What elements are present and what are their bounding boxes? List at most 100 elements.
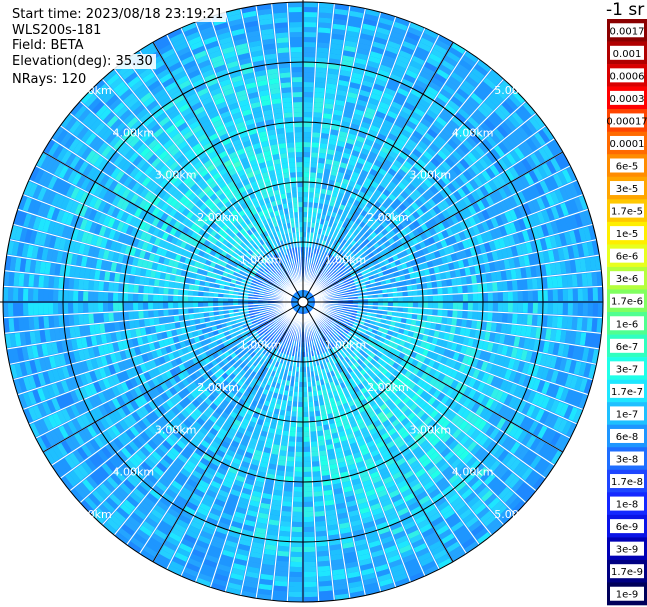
range-gate — [417, 302, 424, 308]
range-gate — [293, 501, 303, 507]
range-gate — [304, 546, 316, 552]
range-gate — [317, 555, 330, 562]
range-gate — [303, 167, 310, 173]
range-gate — [437, 309, 443, 317]
range-gate — [310, 441, 318, 447]
range-gate — [303, 401, 309, 408]
range-gate — [303, 506, 314, 513]
range-gate — [323, 168, 331, 175]
range-gate — [304, 27, 317, 33]
range-gate — [289, 571, 302, 577]
range-gate — [282, 430, 289, 437]
range-gate — [308, 391, 313, 397]
range-gate — [492, 282, 498, 292]
range-gate — [442, 287, 448, 295]
range-gate — [482, 293, 488, 302]
range-gate — [471, 275, 477, 284]
range-gate — [446, 317, 453, 325]
range-gate — [407, 296, 414, 302]
range-gate — [303, 162, 310, 168]
range-gate — [556, 275, 563, 288]
range-gate — [581, 317, 588, 331]
range-gate — [289, 586, 302, 592]
range-gate — [291, 406, 298, 412]
range-gate — [312, 137, 320, 143]
range-gate — [516, 314, 523, 325]
range-gate — [303, 191, 309, 198]
range-gate — [452, 302, 458, 310]
range-gate — [315, 525, 327, 532]
range-gate — [288, 441, 296, 447]
range-gate — [456, 318, 463, 327]
range-gate — [303, 181, 309, 188]
range-gate — [437, 295, 443, 302]
range-gate — [582, 288, 588, 301]
range-gate — [314, 501, 324, 507]
range-gate — [497, 292, 503, 302]
range-gate — [304, 57, 315, 63]
range-gate — [316, 425, 323, 432]
range-gate — [290, 561, 302, 567]
range-gate — [303, 501, 313, 507]
range-gate — [411, 313, 418, 320]
range-gate — [297, 406, 303, 413]
range-gate — [557, 303, 563, 315]
range-gate — [451, 318, 458, 326]
range-gate — [282, 501, 292, 507]
range-gate — [297, 411, 303, 418]
range-gate — [297, 401, 303, 408]
range-gate — [279, 525, 291, 532]
range-gate — [276, 470, 285, 476]
range-gate — [293, 496, 303, 502]
range-gate — [511, 280, 518, 291]
range-gate — [319, 147, 327, 154]
range-gate — [412, 308, 418, 314]
range-gate — [303, 186, 309, 193]
range-gate — [308, 207, 313, 213]
range-gate — [461, 276, 467, 285]
range-gate — [457, 310, 463, 319]
range-gate — [597, 287, 603, 301]
range-gate — [310, 172, 317, 178]
range-gate — [303, 97, 313, 103]
range-gate — [303, 212, 308, 218]
range-gate — [303, 536, 315, 542]
range-gate — [304, 561, 316, 567]
range-gate — [320, 138, 329, 144]
range-gate — [304, 52, 316, 58]
range-gate — [294, 476, 303, 482]
range-gate — [319, 142, 328, 149]
range-gate — [303, 371, 307, 377]
range-gate — [299, 376, 303, 382]
range-gate — [298, 396, 303, 402]
range-gate — [317, 560, 330, 567]
range-gate — [316, 545, 329, 552]
range-gate — [316, 52, 329, 59]
range-gate — [303, 381, 308, 387]
range-gate — [299, 371, 303, 377]
range-gate — [472, 293, 478, 302]
range-gate — [303, 112, 313, 118]
range-gate — [304, 12, 317, 18]
range-gate — [303, 421, 309, 428]
range-gate — [487, 292, 493, 302]
range-gate — [318, 570, 331, 577]
range-gate — [303, 456, 311, 462]
range-gate — [412, 296, 419, 302]
range-gate — [286, 456, 295, 462]
range-gate — [313, 486, 323, 492]
range-gate — [276, 560, 289, 567]
range-gate — [312, 471, 321, 477]
range-gate — [317, 167, 324, 174]
range-gate — [477, 302, 483, 311]
range-gate — [312, 461, 320, 467]
range-gate — [572, 288, 578, 301]
range-gate — [597, 303, 603, 317]
range-gate — [425, 322, 432, 329]
range-gate — [321, 470, 330, 476]
range-gate — [314, 410, 321, 417]
range-gate — [304, 576, 317, 582]
range-gate — [278, 455, 287, 462]
range-gate — [546, 315, 553, 328]
range-gate — [318, 157, 326, 164]
